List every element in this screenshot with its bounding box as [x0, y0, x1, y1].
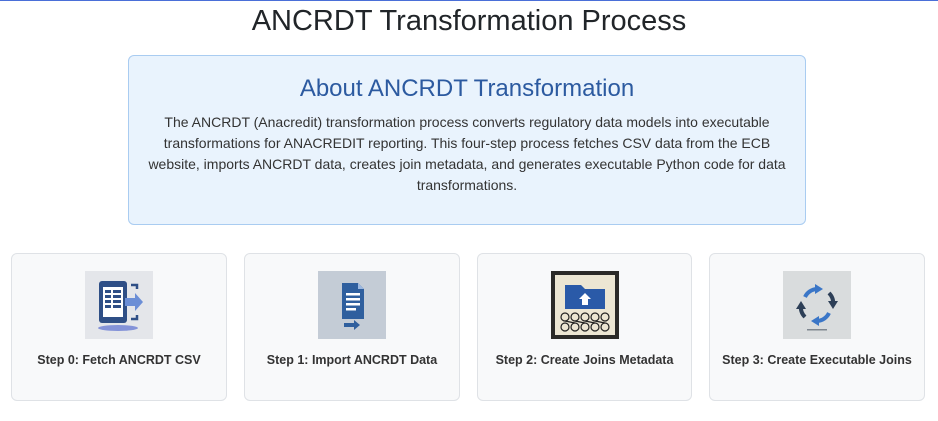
step-0-label: Step 0: Fetch ANCRDT CSV [37, 353, 201, 367]
page-title: ANCRDT Transformation Process [251, 5, 687, 37]
step-0-card[interactable]: Step 0: Fetch ANCRDT CSV [11, 253, 227, 401]
about-heading: About ANCRDT Transformation [299, 75, 635, 102]
step-3-label: Step 3: Create Executable Joins [722, 353, 912, 367]
step-2-label: Step 2: Create Joins Metadata [495, 353, 674, 367]
about-description: The ANCRDT (Anacredit) transformation pr… [148, 114, 786, 193]
step-3-card[interactable]: Step 3: Create Executable Joins [709, 253, 925, 401]
about-panel: About ANCRDT Transformation The ANCRDT (… [128, 55, 806, 225]
joins-metadata-icon [550, 271, 619, 339]
step-2-card[interactable]: Step 2: Create Joins Metadata [477, 253, 692, 401]
import-document-icon [318, 271, 386, 339]
refresh-cycle-icon [783, 271, 851, 339]
fetch-csv-icon [85, 271, 153, 339]
step-1-card[interactable]: Step 1: Import ANCRDT Data [244, 253, 460, 401]
step-1-label: Step 1: Import ANCRDT Data [266, 353, 438, 367]
